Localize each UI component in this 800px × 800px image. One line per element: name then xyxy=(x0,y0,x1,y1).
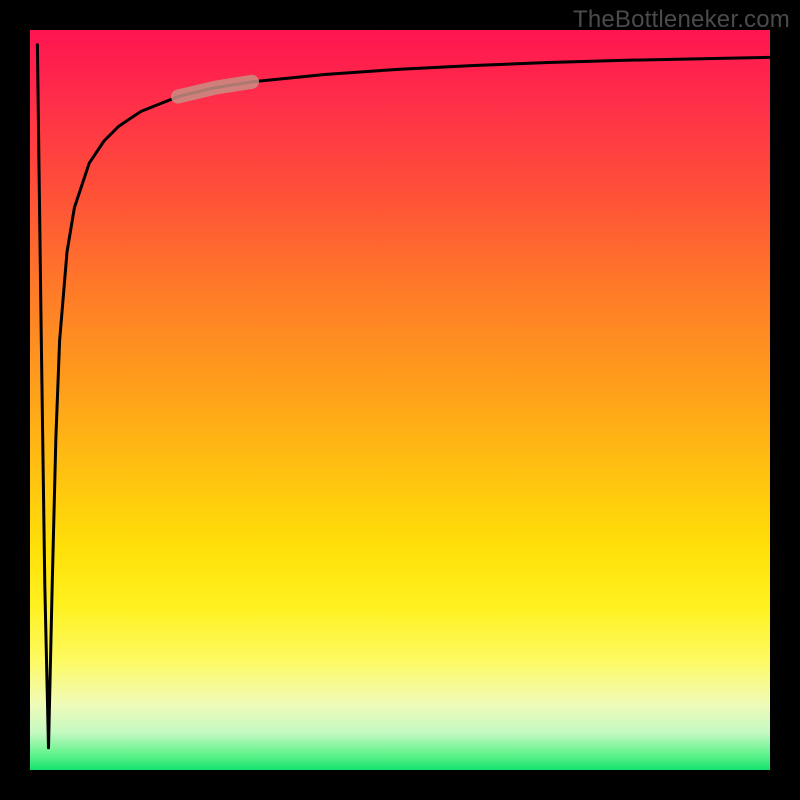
bottleneck-curve xyxy=(37,45,770,748)
plot-area xyxy=(30,30,770,770)
highlight-segment xyxy=(178,82,252,97)
curve-layer xyxy=(30,30,770,770)
chart-stage: TheBottleneker.com xyxy=(0,0,800,800)
